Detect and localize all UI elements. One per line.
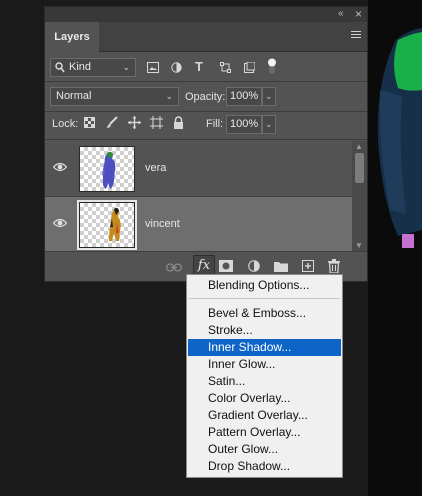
menu-item-inner-glow[interactable]: Inner Glow... bbox=[188, 356, 341, 373]
menu-item-drop-shadow[interactable]: Drop Shadow... bbox=[188, 458, 341, 475]
fill-dropdown-button[interactable]: ⌄ bbox=[262, 115, 276, 134]
collapse-icon[interactable]: « bbox=[338, 8, 344, 19]
divider bbox=[45, 81, 367, 82]
menu-item-inner-shadow[interactable]: Inner Shadow... bbox=[188, 339, 341, 356]
thumbnail-figure-image bbox=[109, 207, 121, 241]
lock-all-icon[interactable] bbox=[173, 116, 184, 129]
layer-thumbnail bbox=[79, 146, 135, 192]
divider bbox=[45, 111, 367, 112]
panel-titlebar[interactable]: « × bbox=[45, 7, 367, 22]
fx-context-menu: Blending Options... Bevel & Emboss... St… bbox=[186, 274, 343, 478]
layer-row-vera[interactable]: vera bbox=[45, 141, 354, 197]
scroll-up-icon[interactable]: ▲ bbox=[355, 142, 363, 151]
lock-artboard-icon[interactable] bbox=[150, 116, 163, 129]
close-icon[interactable]: × bbox=[355, 7, 362, 21]
smart-object-filter-icon[interactable] bbox=[244, 62, 255, 73]
opacity-dropdown-button[interactable]: ⌄ bbox=[262, 87, 276, 106]
menu-divider bbox=[189, 298, 340, 299]
opacity-input[interactable]: 100% bbox=[226, 87, 262, 106]
canvas-background-left bbox=[0, 0, 44, 496]
lock-image-pixels-icon[interactable] bbox=[106, 116, 118, 129]
chevron-down-icon: ⌄ bbox=[265, 91, 273, 101]
new-layer-icon[interactable] bbox=[302, 260, 314, 272]
lock-position-icon[interactable] bbox=[128, 116, 141, 129]
kind-filter-select[interactable]: Kind ⌄ bbox=[50, 58, 136, 77]
tab-layers[interactable]: Layers bbox=[45, 22, 99, 52]
group-folder-icon[interactable] bbox=[274, 261, 288, 272]
canvas-figure-image bbox=[377, 28, 422, 248]
search-icon bbox=[55, 62, 65, 73]
menu-item-color-overlay[interactable]: Color Overlay... bbox=[188, 390, 341, 407]
chevron-down-icon: ⌄ bbox=[165, 91, 173, 101]
blend-mode-select[interactable]: Normal ⌄ bbox=[50, 87, 179, 106]
scrollbar-thumb[interactable] bbox=[355, 153, 364, 183]
fill-input[interactable]: 100% bbox=[226, 115, 262, 134]
menu-item-bevel-emboss[interactable]: Bevel & Emboss... bbox=[188, 305, 341, 322]
layer-name[interactable]: vincent bbox=[145, 218, 180, 230]
layer-row-vincent[interactable]: vincent bbox=[45, 197, 354, 253]
kind-filter-label: Kind bbox=[69, 61, 92, 73]
adjustment-layer-icon[interactable] bbox=[248, 260, 260, 272]
chevron-down-icon: ⌄ bbox=[122, 62, 130, 72]
lock-label: Lock: bbox=[52, 118, 79, 130]
thumbnail-figure-image bbox=[102, 151, 116, 189]
fx-icon: fx bbox=[197, 258, 211, 273]
adjustment-filter-icon[interactable] bbox=[171, 62, 182, 73]
lock-transparent-pixels-icon[interactable] bbox=[84, 117, 95, 128]
divider bbox=[45, 139, 367, 140]
menu-item-stroke[interactable]: Stroke... bbox=[188, 322, 341, 339]
filter-toggle-icon[interactable] bbox=[266, 57, 278, 77]
fill-label: Fill: bbox=[206, 118, 224, 130]
visibility-eye-icon[interactable] bbox=[53, 162, 67, 172]
trash-icon[interactable] bbox=[328, 259, 340, 273]
menu-item-satin[interactable]: Satin... bbox=[188, 373, 341, 390]
panel-tab-row: Layers bbox=[45, 22, 367, 52]
panel-menu-icon[interactable] bbox=[351, 31, 361, 40]
menu-item-pattern-overlay[interactable]: Pattern Overlay... bbox=[188, 424, 341, 441]
chevron-down-icon: ⌄ bbox=[265, 119, 273, 129]
layer-thumbnail bbox=[77, 200, 137, 250]
shape-filter-icon[interactable] bbox=[220, 62, 231, 73]
scroll-down-icon[interactable]: ▼ bbox=[355, 241, 363, 250]
type-filter-icon[interactable]: T bbox=[195, 59, 203, 74]
layer-mask-icon[interactable] bbox=[219, 260, 233, 272]
menu-item-blending-options[interactable]: Blending Options... bbox=[188, 277, 341, 294]
menu-item-outer-glow[interactable]: Outer Glow... bbox=[188, 441, 341, 458]
menu-item-gradient-overlay[interactable]: Gradient Overlay... bbox=[188, 407, 341, 424]
image-filter-icon[interactable] bbox=[147, 62, 159, 73]
opacity-label: Opacity: bbox=[185, 91, 226, 103]
blend-mode-value: Normal bbox=[56, 90, 92, 102]
layers-scrollbar[interactable]: ▲ ▼ bbox=[352, 141, 367, 253]
canvas-document-area bbox=[368, 0, 422, 496]
layer-name[interactable]: vera bbox=[145, 162, 166, 174]
link-layers-icon[interactable] bbox=[166, 263, 182, 272]
visibility-eye-icon[interactable] bbox=[53, 218, 67, 228]
layers-panel: « × Layers Kind ⌄ T Normal ⌄ Opacity: 10… bbox=[44, 6, 368, 282]
